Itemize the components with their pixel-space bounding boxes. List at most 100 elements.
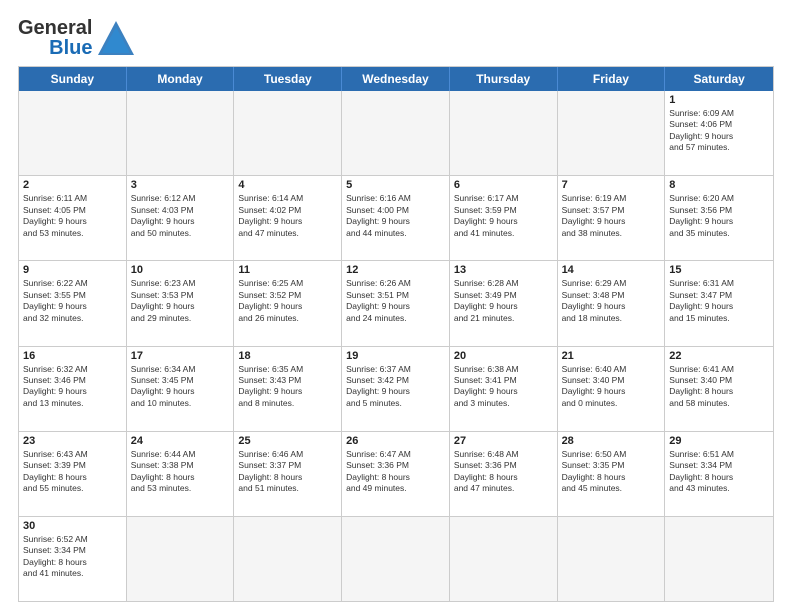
- day-cell-22: 22Sunrise: 6:41 AM Sunset: 3:40 PM Dayli…: [665, 347, 773, 431]
- weekday-header-thursday: Thursday: [450, 67, 558, 91]
- day-number: 28: [562, 435, 661, 447]
- sun-info: Sunrise: 6:14 AM Sunset: 4:02 PM Dayligh…: [238, 193, 337, 239]
- sun-info: Sunrise: 6:43 AM Sunset: 3:39 PM Dayligh…: [23, 449, 122, 495]
- day-number: 1: [669, 94, 769, 106]
- sun-info: Sunrise: 6:44 AM Sunset: 3:38 PM Dayligh…: [131, 449, 230, 495]
- empty-cell: [342, 91, 450, 175]
- day-cell-16: 16 Sunrise: 6:32 AM Sunset: 3:46 PM Dayli…: [19, 347, 127, 431]
- day-cell-14: 14 Sunrise: 6:29 AM Sunset: 3:48 PM Dayli…: [558, 261, 666, 345]
- empty-cell: [558, 91, 666, 175]
- empty-cell: [234, 91, 342, 175]
- sun-info: Sunrise: 6:16 AM Sunset: 4:00 PM Dayligh…: [346, 193, 445, 239]
- logo-blue: Blue: [49, 38, 92, 58]
- day-number: 9: [23, 264, 122, 276]
- day-cell-24: 24 Sunrise: 6:44 AM Sunset: 3:38 PM Dayli…: [127, 432, 235, 516]
- day-cell-8: 8 Sunrise: 6:20 AM Sunset: 3:56 PM Daylig…: [665, 176, 773, 260]
- day-number: 23: [23, 435, 122, 447]
- day-cell-21: 21 Sunrise: 6:40 AM Sunset: 3:40 PM Dayli…: [558, 347, 666, 431]
- day-cell-4: 4 Sunrise: 6:14 AM Sunset: 4:02 PM Daylig…: [234, 176, 342, 260]
- day-number: 4: [238, 179, 337, 191]
- day-number: 21: [562, 350, 661, 362]
- calendar-row-4: 23 Sunrise: 6:43 AM Sunset: 3:39 PM Dayli…: [19, 431, 773, 516]
- day-number: 13: [454, 264, 553, 276]
- sun-info: Sunrise: 6:26 AM Sunset: 3:51 PM Dayligh…: [346, 278, 445, 324]
- sun-info: Sunrise: 6:48 AM Sunset: 3:36 PM Dayligh…: [454, 449, 553, 495]
- day-number: 18: [238, 350, 337, 362]
- day-cell-28: 28 Sunrise: 6:50 AM Sunset: 3:35 PM Dayli…: [558, 432, 666, 516]
- day-number: 25: [238, 435, 337, 447]
- day-number: 7: [562, 179, 661, 191]
- header: General Blue: [18, 18, 774, 58]
- day-number: 8: [669, 179, 769, 191]
- day-number: 10: [131, 264, 230, 276]
- sun-info: Sunrise: 6:41 AM Sunset: 3:40 PM Dayligh…: [669, 364, 769, 410]
- day-number: 11: [238, 264, 337, 276]
- weekday-header-sunday: Sunday: [19, 67, 127, 91]
- day-number: 29: [669, 435, 769, 447]
- day-number: 2: [23, 179, 122, 191]
- sun-info: Sunrise: 6:29 AM Sunset: 3:48 PM Dayligh…: [562, 278, 661, 324]
- day-cell-9: 9Sunrise: 6:22 AM Sunset: 3:55 PM Daylig…: [19, 261, 127, 345]
- day-number: 20: [454, 350, 553, 362]
- calendar-header: SundayMondayTuesdayWednesdayThursdayFrid…: [19, 67, 773, 91]
- sun-info: Sunrise: 6:50 AM Sunset: 3:35 PM Dayligh…: [562, 449, 661, 495]
- day-number: 16: [23, 350, 122, 362]
- sun-info: Sunrise: 6:19 AM Sunset: 3:57 PM Dayligh…: [562, 193, 661, 239]
- day-number: 15: [669, 264, 769, 276]
- sun-info: Sunrise: 6:23 AM Sunset: 3:53 PM Dayligh…: [131, 278, 230, 324]
- day-number: 26: [346, 435, 445, 447]
- sun-info: Sunrise: 6:40 AM Sunset: 3:40 PM Dayligh…: [562, 364, 661, 410]
- empty-cell: [342, 517, 450, 601]
- day-cell-18: 18Sunrise: 6:35 AM Sunset: 3:43 PM Dayli…: [234, 347, 342, 431]
- empty-cell: [665, 517, 773, 601]
- sun-info: Sunrise: 6:38 AM Sunset: 3:41 PM Dayligh…: [454, 364, 553, 410]
- logo-icon: [96, 19, 136, 57]
- sun-info: Sunrise: 6:51 AM Sunset: 3:34 PM Dayligh…: [669, 449, 769, 495]
- sun-info: Sunrise: 6:28 AM Sunset: 3:49 PM Dayligh…: [454, 278, 553, 324]
- calendar-row-3: 16 Sunrise: 6:32 AM Sunset: 3:46 PM Dayli…: [19, 346, 773, 431]
- empty-cell: [19, 91, 127, 175]
- day-number: 27: [454, 435, 553, 447]
- weekday-header-monday: Monday: [127, 67, 235, 91]
- day-number: 24: [131, 435, 230, 447]
- logo: General Blue: [18, 18, 136, 58]
- calendar: SundayMondayTuesdayWednesdayThursdayFrid…: [18, 66, 774, 602]
- empty-cell: [234, 517, 342, 601]
- weekday-header-tuesday: Tuesday: [234, 67, 342, 91]
- empty-cell: [558, 517, 666, 601]
- day-cell-10: 10 Sunrise: 6:23 AM Sunset: 3:53 PM Dayli…: [127, 261, 235, 345]
- sun-info: Sunrise: 6:09 AM Sunset: 4:06 PM Dayligh…: [669, 108, 769, 154]
- day-cell-30: 30Sunrise: 6:52 AM Sunset: 3:34 PM Dayli…: [19, 517, 127, 601]
- day-cell-29: 29 Sunrise: 6:51 AM Sunset: 3:34 PM Dayli…: [665, 432, 773, 516]
- day-cell-13: 13 Sunrise: 6:28 AM Sunset: 3:49 PM Dayli…: [450, 261, 558, 345]
- day-cell-6: 6Sunrise: 6:17 AM Sunset: 3:59 PM Daylig…: [450, 176, 558, 260]
- sun-info: Sunrise: 6:46 AM Sunset: 3:37 PM Dayligh…: [238, 449, 337, 495]
- day-cell-7: 7 Sunrise: 6:19 AM Sunset: 3:57 PM Daylig…: [558, 176, 666, 260]
- day-number: 3: [131, 179, 230, 191]
- day-number: 19: [346, 350, 445, 362]
- day-cell-26: 26 Sunrise: 6:47 AM Sunset: 3:36 PM Dayli…: [342, 432, 450, 516]
- day-number: 17: [131, 350, 230, 362]
- day-cell-5: 5 Sunrise: 6:16 AM Sunset: 4:00 PM Daylig…: [342, 176, 450, 260]
- sun-info: Sunrise: 6:34 AM Sunset: 3:45 PM Dayligh…: [131, 364, 230, 410]
- empty-cell: [450, 91, 558, 175]
- empty-cell: [450, 517, 558, 601]
- calendar-row-2: 9Sunrise: 6:22 AM Sunset: 3:55 PM Daylig…: [19, 260, 773, 345]
- sun-info: Sunrise: 6:47 AM Sunset: 3:36 PM Dayligh…: [346, 449, 445, 495]
- day-cell-11: 11Sunrise: 6:25 AM Sunset: 3:52 PM Dayli…: [234, 261, 342, 345]
- day-cell-15: 15 Sunrise: 6:31 AM Sunset: 3:47 PM Dayli…: [665, 261, 773, 345]
- day-cell-2: 2Sunrise: 6:11 AM Sunset: 4:05 PM Daylig…: [19, 176, 127, 260]
- day-number: 12: [346, 264, 445, 276]
- sun-info: Sunrise: 6:31 AM Sunset: 3:47 PM Dayligh…: [669, 278, 769, 324]
- day-number: 14: [562, 264, 661, 276]
- day-cell-27: 27 Sunrise: 6:48 AM Sunset: 3:36 PM Dayli…: [450, 432, 558, 516]
- calendar-row-0: 1 Sunrise: 6:09 AM Sunset: 4:06 PM Daylig…: [19, 91, 773, 175]
- day-cell-20: 20 Sunrise: 6:38 AM Sunset: 3:41 PM Dayli…: [450, 347, 558, 431]
- sun-info: Sunrise: 6:20 AM Sunset: 3:56 PM Dayligh…: [669, 193, 769, 239]
- sun-info: Sunrise: 6:37 AM Sunset: 3:42 PM Dayligh…: [346, 364, 445, 410]
- day-number: 5: [346, 179, 445, 191]
- calendar-row-1: 2Sunrise: 6:11 AM Sunset: 4:05 PM Daylig…: [19, 175, 773, 260]
- day-cell-1: 1 Sunrise: 6:09 AM Sunset: 4:06 PM Daylig…: [665, 91, 773, 175]
- sun-info: Sunrise: 6:17 AM Sunset: 3:59 PM Dayligh…: [454, 193, 553, 239]
- sun-info: Sunrise: 6:32 AM Sunset: 3:46 PM Dayligh…: [23, 364, 122, 410]
